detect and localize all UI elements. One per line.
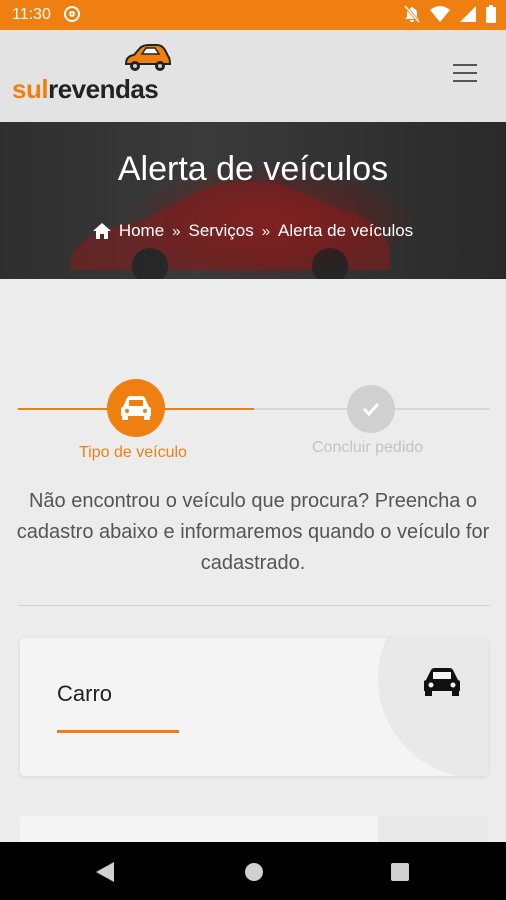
card-corner-decoration [378,638,488,776]
battery-icon [486,5,496,23]
android-nav-bar [0,842,506,900]
home-button-icon[interactable] [244,862,264,882]
description-text: Não encontrou o veículo que procura? Pre… [16,490,490,574]
check-icon [362,402,380,416]
car-icon [121,396,151,420]
wifi-icon [430,6,450,22]
notifications-off-icon [404,5,420,23]
step-1-label: Tipo de veículo [79,444,187,461]
status-icons [404,5,496,23]
divider [18,605,490,606]
chevron-right-icon: » [172,222,181,240]
breadcrumb: Home » Serviços » Alerta de veículos [0,221,506,241]
logo-text-sul: sul [12,74,49,104]
step-2-label: Concluir pedido [312,439,424,456]
logo-text-revendas: revendas [48,74,159,104]
page-title: Alerta de veículos [117,150,389,188]
car-icon [424,668,460,696]
site-header: sulrevendas [0,30,506,122]
status-bar: 11:30 [0,0,506,30]
logo-car-icon [124,44,172,71]
sync-icon [64,6,80,22]
step-1-circle[interactable] [107,379,165,437]
vehicle-card-label: Carro [57,681,113,706]
status-time: 11:30 [12,6,51,23]
breadcrumb-current: Alerta de veículos [278,221,414,240]
vehicle-card-carro[interactable]: Carro [20,638,488,776]
breadcrumb-home[interactable]: Home [119,221,164,241]
chevron-right-icon: » [261,222,271,240]
vehicle-card-underline [57,730,179,733]
breadcrumb-servicos[interactable]: Serviços [189,221,254,241]
home-icon [92,223,111,239]
hamburger-menu-icon[interactable] [453,64,477,82]
signal-icon [460,6,476,22]
recents-icon[interactable] [391,863,409,881]
back-icon[interactable] [96,862,114,882]
hero-banner: Alerta de veículos Home » Serviços » Ale… [0,122,506,279]
step-2-circle[interactable] [347,385,395,433]
